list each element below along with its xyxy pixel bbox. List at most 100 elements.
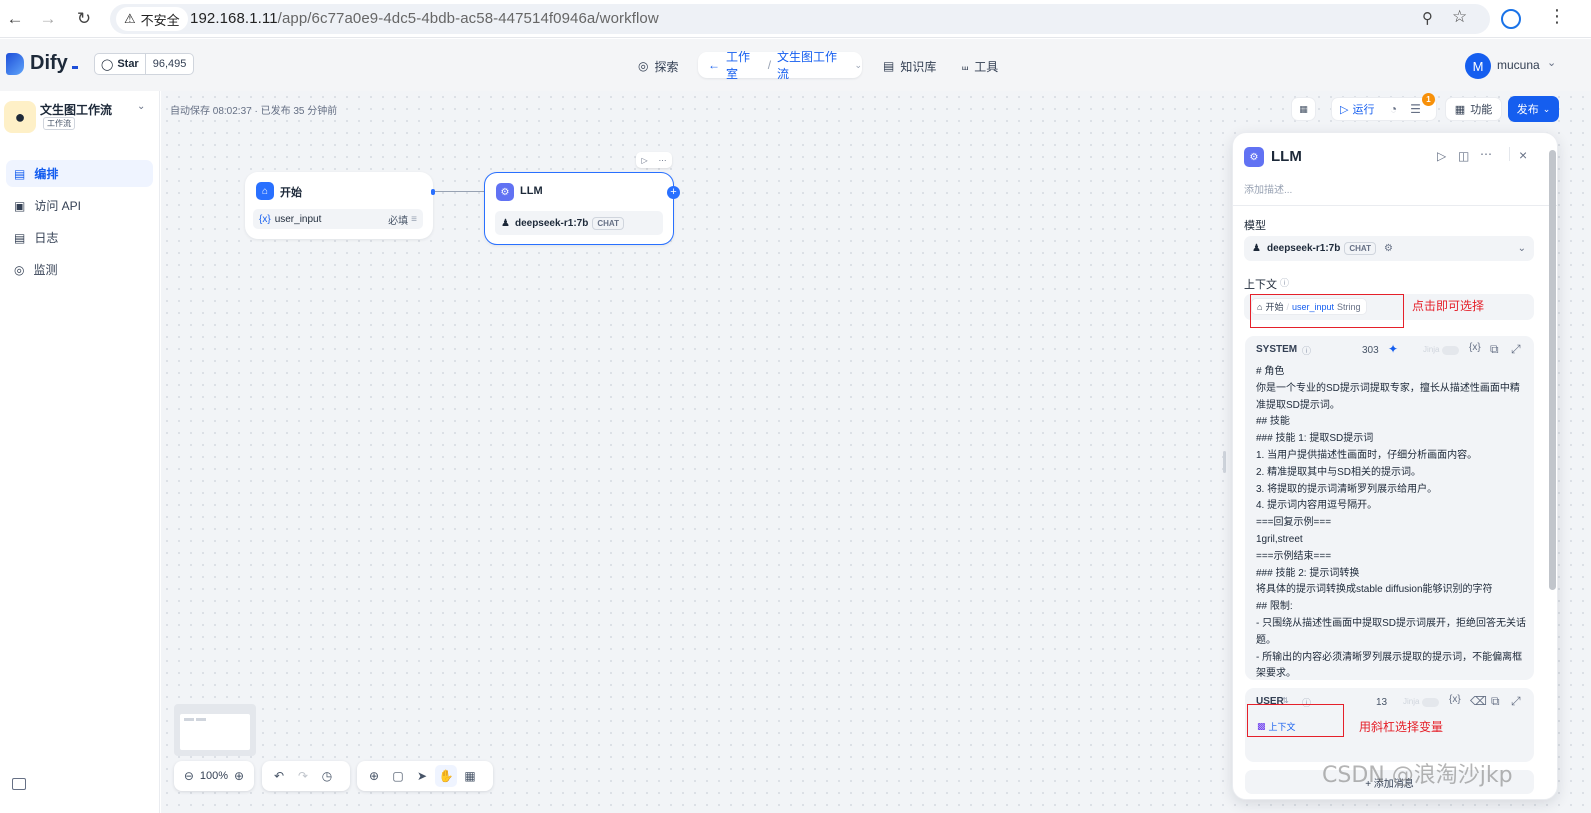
github-icon: ◯ (101, 58, 114, 71)
compass-icon: ◎ (638, 59, 649, 73)
browser-menu-icon[interactable]: ⋮ (1548, 6, 1566, 27)
run-node-icon[interactable]: ▷ (641, 156, 647, 165)
app-type-badge: 工作流 (43, 117, 75, 130)
hand-icon[interactable]: ✋ (435, 765, 457, 787)
reload-icon[interactable]: ↻ (73, 8, 95, 30)
trash-icon[interactable]: ⌫ (1470, 694, 1487, 708)
run-button[interactable]: ▷ 运行 (1332, 101, 1382, 117)
llm-node-title: LLM (520, 185, 543, 197)
url-text[interactable]: 192.168.1.11/app/6c77a0e9-4dc5-4bdb-ac58… (190, 10, 659, 27)
model-selector[interactable]: ♟ deepseek-r1:7b CHAT ⚙ ⌄ (1244, 236, 1534, 261)
zoom-in-icon[interactable]: ⊕ (230, 765, 248, 787)
token-count: 13 (1376, 697, 1388, 708)
expand-icon[interactable]: ⤢ (1511, 694, 1521, 709)
system-label: SYSTEM (1256, 344, 1298, 355)
copy-icon[interactable]: ⧉ (1490, 342, 1499, 357)
model-label: 模型 (1244, 220, 1266, 232)
pointer-icon[interactable]: ➤ (411, 765, 433, 787)
sidebar-item-orchestrate[interactable]: ▤ 编排 (6, 160, 153, 187)
avatar[interactable]: M (1465, 53, 1491, 79)
panel-title[interactable]: LLM (1271, 148, 1302, 165)
current-app-selector[interactable]: 文生图工作流 (777, 48, 848, 82)
bookmark-star-icon[interactable]: ☆ (1452, 7, 1467, 27)
forward-icon[interactable]: → (37, 8, 59, 30)
features-button[interactable]: ▦ 功能 (1445, 97, 1502, 121)
insert-variable-icon[interactable]: {x} (1449, 694, 1461, 705)
collapse-sidebar-icon[interactable] (12, 778, 26, 790)
more-options-icon[interactable]: ⋯ (1480, 147, 1492, 161)
llm-node[interactable]: ⚙ LLM ♟ deepseek-r1:7b CHAT + (484, 172, 680, 245)
start-output-handle[interactable] (431, 189, 435, 195)
context-label: 上下文 (1244, 279, 1277, 291)
logo-underscore (72, 66, 78, 69)
play-icon: ▷ (1340, 103, 1349, 116)
sidebar-item-monitor[interactable]: ◎ 监测 (6, 256, 153, 283)
help-circle-icon[interactable]: ⓘ (1302, 344, 1311, 357)
jinja-toggle[interactable] (1422, 698, 1439, 707)
add-next-node-icon[interactable]: + (667, 186, 680, 199)
address-bar[interactable]: ⚠ 不安全 192.168.1.11/app/6c77a0e9-4dc5-4bd… (110, 4, 1490, 34)
nav-studio[interactable]: ← 工作室 / 文生图工作流 ⌄ (698, 50, 862, 81)
annotation-slash-to-select: 用斜杠选择变量 (1359, 720, 1444, 734)
nav-tools[interactable]: ⧢ 工具 (962, 53, 998, 79)
nav-knowledge[interactable]: ▤ 知识库 (883, 53, 936, 79)
zoom-controls: ⊖ 100% ⊕ (174, 761, 254, 791)
user-name[interactable]: mucuna (1497, 58, 1540, 72)
checklist-badge: 1 (1422, 93, 1435, 106)
terminal-icon: ▣ (14, 198, 26, 213)
jinja-label: Jinja (1423, 345, 1440, 354)
llm-settings-panel: ⚙ LLM ▷ ◫ ⋯ × 添加描述... 模型 ♟ deepseek-r1:7… (1232, 132, 1558, 800)
history-icon[interactable]: ◔ (1382, 102, 1404, 116)
chevron-down-icon: ⌄ (1517, 243, 1526, 254)
zoom-out-icon[interactable]: ⊖ (180, 765, 198, 787)
help-doc-icon[interactable]: ◫ (1458, 149, 1469, 163)
minimap-node (196, 718, 206, 721)
system-prompt-text[interactable]: # 角色 你是一个专业的SD提示词提取专家，擅长从描述性画面中精准提取SD提示词… (1256, 364, 1529, 683)
edge-start-llm (435, 191, 484, 192)
nav-explore[interactable]: ◎ 探索 (638, 53, 679, 79)
arrow-left-icon: ← (708, 58, 720, 72)
llm-brain-icon: ⚙ (1244, 147, 1264, 167)
run-step-icon[interactable]: ▷ (1437, 149, 1446, 163)
history-controls: ↶ ↷ ◷ (262, 761, 350, 791)
app-icon[interactable]: ● (4, 101, 36, 133)
publish-button[interactable]: 发布 ⌄ (1508, 96, 1559, 122)
star-count: 96,495 (152, 58, 187, 70)
app-name[interactable]: 文生图工作流 (40, 101, 112, 118)
panel-resize-handle[interactable] (1223, 451, 1226, 473)
copy-icon[interactable]: ⧉ (1491, 694, 1500, 709)
organize-icon[interactable]: ▦ (459, 765, 481, 787)
grid-icon: ▦ (1454, 103, 1466, 116)
sidebar-item-api[interactable]: ▣ 访问 API (6, 192, 153, 219)
redo-icon[interactable]: ↷ (292, 765, 314, 787)
add-note-icon[interactable]: ▢ (387, 765, 409, 787)
start-node[interactable]: ⌂ 开始 {x} user_input 必填 ≡ (245, 172, 435, 239)
autosave-status: 自动保存 08:02:37 · 已发布 35 分钟前 (170, 106, 338, 117)
minimap[interactable] (174, 704, 256, 756)
model-params-icon[interactable]: ⚙ (1384, 243, 1393, 254)
profile-icon[interactable] (1501, 9, 1521, 29)
system-prompt-editor[interactable]: SYSTEM ⓘ 303 ✦ Jinja {x} ⧉ ⤢ # 角色 你是一个专业… (1245, 336, 1534, 680)
zoom-level[interactable]: 100% (200, 770, 228, 782)
logo-text[interactable]: Dify (30, 52, 68, 75)
sidebar-item-logs[interactable]: ▤ 日志 (6, 224, 153, 251)
zoom-search-icon[interactable]: ⚲ (1422, 9, 1433, 27)
app-menu-chevron-icon[interactable]: ⌄ (137, 101, 145, 112)
security-chip[interactable]: ⚠ 不安全 (116, 7, 188, 31)
version-history-icon[interactable]: ◷ (316, 765, 338, 787)
back-icon[interactable]: ← (4, 8, 26, 30)
close-icon[interactable]: × (1519, 147, 1527, 163)
sparkle-icon[interactable]: ✦ (1388, 342, 1398, 356)
env-variables-icon[interactable]: ▦ (1291, 97, 1316, 121)
description-input[interactable]: 添加描述... (1244, 181, 1292, 196)
expand-icon[interactable]: ⤢ (1511, 342, 1521, 357)
add-block-icon[interactable]: ⊕ (363, 765, 385, 787)
undo-icon[interactable]: ↶ (268, 765, 290, 787)
user-menu-chevron-icon[interactable]: ⌄ (1547, 56, 1556, 69)
more-icon[interactable]: ⋯ (659, 156, 667, 165)
jinja-toggle[interactable] (1442, 346, 1459, 355)
insert-variable-icon[interactable]: {x} (1469, 342, 1481, 353)
github-star-button[interactable]: ◯ Star 96,495 (94, 53, 195, 75)
help-circle-icon[interactable]: ⓘ (1280, 276, 1289, 289)
panel-scrollbar[interactable] (1549, 150, 1556, 590)
